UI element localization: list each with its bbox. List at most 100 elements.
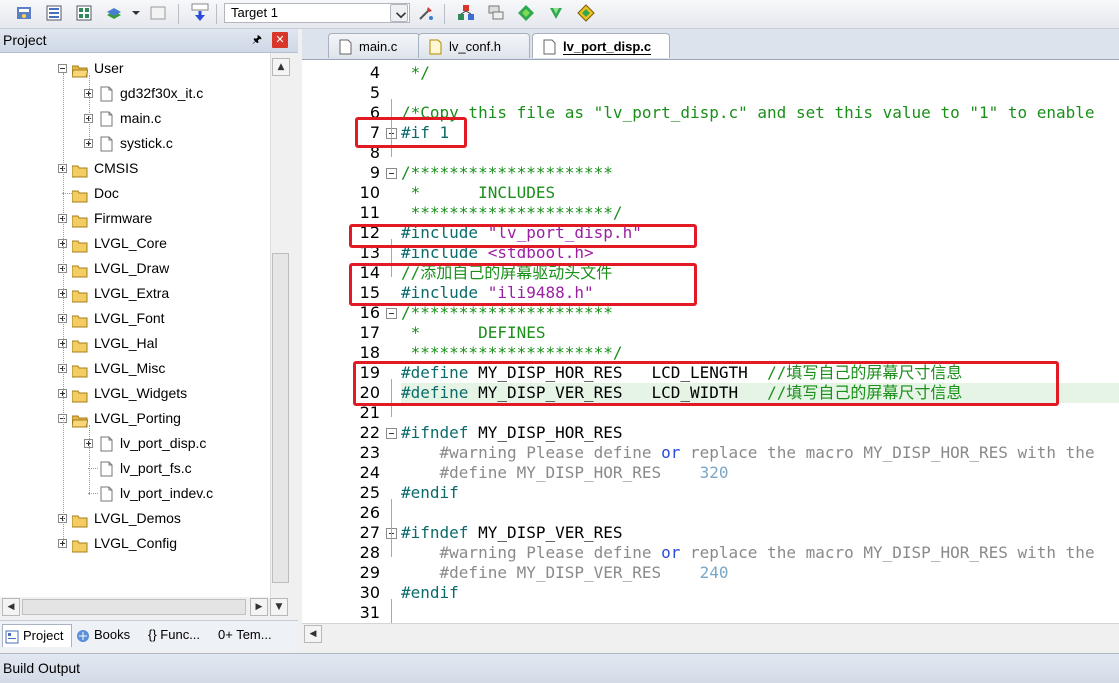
tree-folder[interactable]: LVGL_Misc	[0, 356, 270, 381]
code-line[interactable]: /*Copy this file as "lv_port_disp.c" and…	[401, 103, 1095, 123]
tab-templates[interactable]: 0+ Tem...	[214, 624, 280, 646]
tree-item-label: main.c	[120, 110, 162, 126]
editor-horizontal-scrollbar[interactable]: ◀	[302, 623, 1119, 644]
tree-folder[interactable]: LVGL_Font	[0, 306, 270, 331]
code-line[interactable]: #endif	[401, 483, 459, 503]
tree-file[interactable]: main.c	[0, 106, 270, 131]
close-icon[interactable]: ✕	[272, 32, 288, 48]
code-editor[interactable]: 4 5 6 7 8 9 10 11 12 13 14 15 16 17 18 19 20 21 22 23 24 25 26…	[302, 60, 1119, 623]
load-icon[interactable]	[190, 3, 210, 23]
tab-lv-conf-h[interactable]: lv_conf.h	[418, 33, 530, 58]
line-number: 10	[359, 183, 380, 202]
folder-icon	[71, 386, 88, 403]
tree-item-label: User	[94, 60, 124, 76]
code-line[interactable]: #define MY_DISP_VER_RES 240	[401, 563, 729, 583]
tab-main-c[interactable]: main.c	[328, 33, 420, 58]
tree-item-label: CMSIS	[94, 160, 139, 176]
code-line[interactable]: #warning Please define or replace the ma…	[401, 543, 1095, 563]
tab-project[interactable]: Project	[2, 624, 72, 647]
tree-folder[interactable]: LVGL_Porting	[0, 406, 270, 431]
event-recorder-icon[interactable]	[576, 3, 596, 23]
scroll-up-icon[interactable]: ▲	[272, 58, 290, 76]
fold-collapse-icon[interactable]	[386, 308, 397, 319]
tree-vertical-scrollbar[interactable]: ▲ ▼	[270, 53, 291, 597]
dropdown-arrow-icon[interactable]	[390, 4, 408, 22]
code-line[interactable]: *********************/	[401, 203, 623, 223]
scroll-left-icon[interactable]: ◀	[304, 625, 322, 643]
code-line[interactable]: #define MY_DISP_HOR_RES 320	[401, 463, 729, 483]
tree-folder[interactable]: LVGL_Config	[0, 531, 270, 556]
code-line[interactable]: #ifndef MY_DISP_VER_RES	[401, 523, 623, 543]
code-line[interactable]: /*********************	[401, 303, 613, 323]
folder-open-icon	[71, 411, 89, 428]
code-line[interactable]: /*********************	[401, 163, 613, 183]
blank-icon[interactable]	[148, 3, 168, 23]
line-number: 22	[359, 423, 380, 442]
folder-icon	[71, 186, 88, 203]
tab-main-c-label: main.c	[359, 39, 398, 54]
code-line[interactable]: #warning Please define or replace the ma…	[401, 443, 1095, 463]
tree-item-label: gd32f30x_it.c	[120, 85, 204, 101]
tab-functions[interactable]: {} Func...	[144, 624, 210, 646]
tab-books-label: Books	[94, 627, 131, 642]
select-packs-icon[interactable]	[456, 3, 476, 23]
components-icon[interactable]	[516, 3, 536, 23]
line-number: 30	[359, 583, 380, 602]
tree-file[interactable]: gd32f30x_it.c	[0, 81, 270, 106]
tree-file[interactable]: lv_port_disp.c	[0, 431, 270, 456]
pin-icon[interactable]: 🖈	[250, 33, 264, 47]
code-line[interactable]: */	[401, 63, 430, 83]
tree-file[interactable]: lv_port_indev.c	[0, 481, 270, 506]
line-number: 25	[359, 483, 380, 502]
tree-folder[interactable]: LVGL_Widgets	[0, 381, 270, 406]
tree-folder[interactable]: LVGL_Core	[0, 231, 270, 256]
scroll-left-icon[interactable]: ◀	[2, 598, 20, 616]
tree-folder[interactable]: LVGL_Demos	[0, 506, 270, 531]
pack-installer-icon[interactable]	[546, 3, 566, 23]
tree-file[interactable]: systick.c	[0, 131, 270, 156]
code-line[interactable]: *********************/	[401, 343, 623, 363]
tree-scroll-thumb[interactable]	[272, 253, 289, 583]
scroll-down-icon[interactable]: ▼	[270, 598, 288, 616]
code-line[interactable]: * DEFINES	[401, 323, 546, 343]
fold-collapse-icon[interactable]	[386, 428, 397, 439]
header-file-icon	[429, 38, 442, 55]
line-number: 5	[369, 83, 380, 102]
target-options-icon[interactable]	[416, 3, 436, 23]
annotation-box-if	[355, 117, 467, 148]
line-number: 18	[359, 343, 380, 362]
scroll-right-icon[interactable]: ▶	[250, 598, 268, 616]
tree-hscroll-thumb[interactable]	[22, 599, 246, 615]
tree-folder[interactable]: LVGL_Draw	[0, 256, 270, 281]
tree-folder[interactable]: CMSIS	[0, 156, 270, 181]
code-line[interactable]: #ifndef MY_DISP_HOR_RES	[401, 423, 623, 443]
file-icon	[100, 460, 113, 477]
folder-icon	[71, 211, 88, 228]
code-line[interactable]: #endif	[401, 583, 459, 603]
manage-icon[interactable]	[104, 3, 124, 23]
fold-collapse-icon[interactable]	[386, 168, 397, 179]
folder-icon	[71, 261, 88, 278]
batch-build-icon[interactable]	[44, 3, 64, 23]
tree-file[interactable]: lv_port_fs.c	[0, 456, 270, 481]
tree-folder[interactable]: Firmware	[0, 206, 270, 231]
tree-horizontal-scrollbar[interactable]: ◀ ▶ ▼	[0, 597, 290, 617]
options-icon[interactable]	[14, 3, 34, 23]
line-number: 21	[359, 403, 380, 422]
tree-folder[interactable]: Doc	[0, 181, 270, 206]
tree-item-label: Doc	[94, 185, 119, 201]
tab-lv-port-disp-c[interactable]: lv_port_disp.c	[532, 33, 670, 58]
code-line[interactable]: * INCLUDES	[401, 183, 556, 203]
collapse-icon[interactable]	[58, 64, 67, 73]
tree-folder[interactable]: LVGL_Extra	[0, 281, 270, 306]
tab-books[interactable]: Books	[74, 624, 146, 646]
tree-item-label: lv_port_fs.c	[120, 460, 192, 476]
line-number: 23	[359, 443, 380, 462]
tree-folder[interactable]: LVGL_Hal	[0, 331, 270, 356]
rebuild-icon[interactable]	[74, 3, 94, 23]
chevron-down-icon[interactable]	[126, 3, 140, 23]
manage-project-icon[interactable]	[486, 3, 506, 23]
tree-folder[interactable]: User	[0, 56, 270, 81]
tree-item-label: Firmware	[94, 210, 153, 226]
target-select[interactable]: Target 1	[224, 3, 410, 23]
